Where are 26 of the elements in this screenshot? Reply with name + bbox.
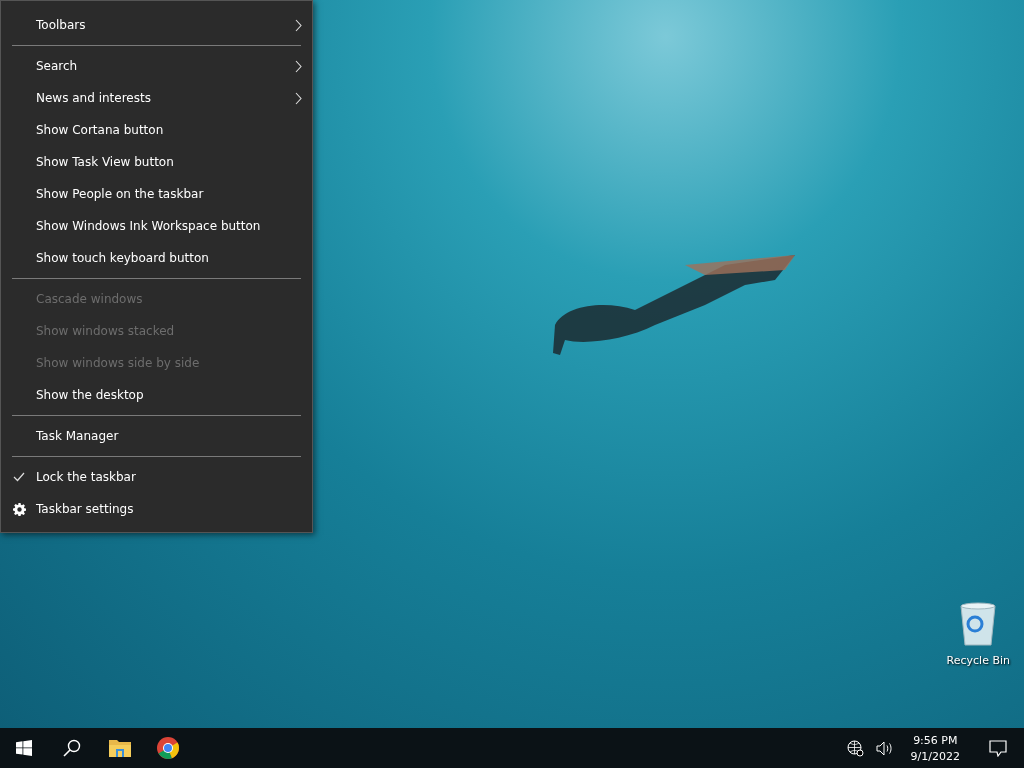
search-icon [63, 739, 81, 757]
menu-item[interactable]: Show Cortana button [36, 123, 164, 137]
speech-bubble-icon [989, 739, 1007, 757]
desktop-icon-label[interactable]: Recycle Bin [946, 654, 1010, 667]
windows-logo-icon [16, 740, 32, 756]
menu-item[interactable]: Show People on the taskbar [36, 187, 204, 201]
clock[interactable]: 9:56 PM 9/1/2022 [898, 733, 972, 763]
menu-item[interactable]: Show Task View button [36, 155, 174, 169]
gear-icon [13, 502, 26, 516]
chevron-right-icon [295, 18, 302, 32]
folder-icon [109, 739, 131, 757]
menu-item[interactable]: Task Manager [36, 429, 119, 443]
speaker-icon[interactable] [875, 740, 893, 756]
chevron-right-icon [295, 59, 302, 73]
menu-item[interactable]: News and interests [36, 91, 151, 105]
menu-item[interactable]: Show Windows Ink Workspace button [36, 219, 261, 233]
menu-item[interactable]: Taskbar settings [36, 502, 134, 516]
browser-icon [157, 737, 179, 759]
menu-item[interactable]: Lock the taskbar [36, 470, 136, 484]
menu-item[interactable]: Show the desktop [36, 388, 144, 402]
menu-item[interactable]: Search [36, 59, 78, 73]
menu-item[interactable]: Toolbars [36, 18, 86, 32]
chevron-right-icon [295, 91, 302, 105]
globe-icon[interactable] [846, 739, 864, 757]
menu-item[interactable]: Show touch keyboard button [36, 251, 209, 265]
recycle-bin-icon[interactable] [958, 602, 999, 646]
